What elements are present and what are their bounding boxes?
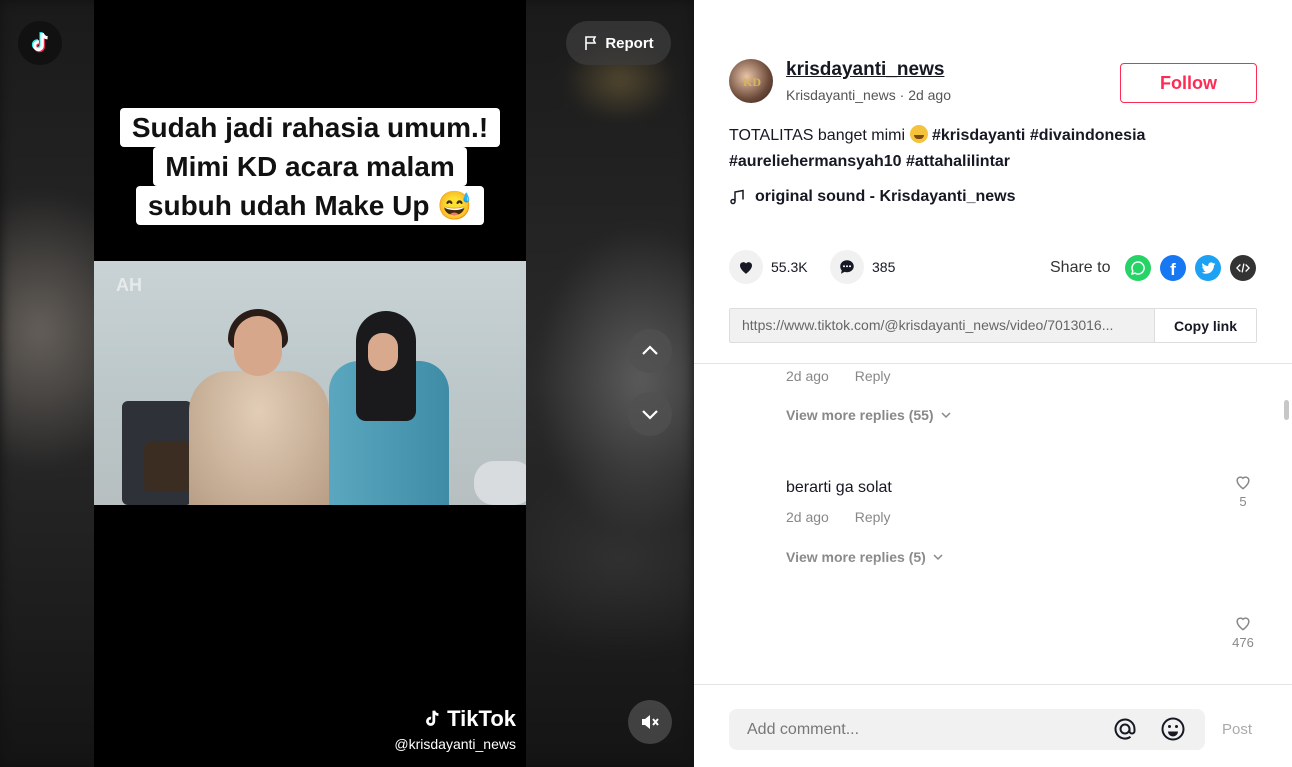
caption-line: subuh udah Make Up 😅 (135, 186, 485, 225)
mention-icon[interactable] (1112, 716, 1138, 742)
music-note-icon (730, 189, 744, 205)
chevron-down-icon (941, 412, 951, 419)
chevron-down-icon (642, 410, 658, 420)
follow-button[interactable]: Follow (1120, 63, 1257, 103)
copy-link-button[interactable]: Copy link (1154, 309, 1256, 342)
comment-bubble-icon (840, 260, 854, 274)
share-link-row: https://www.tiktok.com/@krisdayanti_news… (729, 308, 1257, 343)
author-row: KD krisdayanti_news Krisdayanti_news · 2… (729, 59, 1257, 107)
emoji-icon[interactable] (1160, 716, 1186, 742)
comment-text: berarti ga solat (786, 479, 892, 496)
watermark-brand: TikTok (447, 706, 516, 731)
person-left-head (234, 316, 282, 376)
comment-meta: 2d ago Reply (786, 509, 891, 525)
embed-code-icon[interactable] (1230, 255, 1256, 281)
comment-like-button[interactable]: 5 (1228, 472, 1258, 509)
reply-button[interactable]: Reply (855, 368, 891, 384)
comment-time: 2d ago (786, 509, 829, 525)
like-action[interactable]: 55.3K (729, 250, 808, 284)
chevron-down-icon (933, 554, 943, 561)
post-description: TOTALITAS banget mimi #krisdayanti #diva… (729, 123, 1249, 175)
video-player[interactable]: Sudah jadi rahasia umum.! Mimi KD acara … (0, 0, 694, 767)
speaker-muted-icon (642, 715, 659, 729)
report-button[interactable]: Report (566, 21, 671, 65)
caption-line: Mimi KD acara malam (153, 147, 467, 186)
like-count: 55.3K (771, 259, 808, 275)
heart-icon (740, 262, 752, 274)
hashtag[interactable]: #attahalilintar (906, 153, 1010, 170)
avatar[interactable]: KD (729, 59, 773, 103)
comment-like-count: 476 (1232, 635, 1254, 650)
report-label: Report (605, 34, 654, 52)
watermark-username: @krisdayanti_news (394, 736, 516, 752)
person-edge (474, 461, 526, 505)
post-time: 2d ago (908, 87, 952, 103)
post-button[interactable]: Post (1222, 721, 1252, 738)
person-right-face (368, 333, 398, 371)
comments-scrollbar[interactable] (1284, 400, 1289, 420)
comment-like-button[interactable]: 476 (1228, 613, 1258, 650)
author-subline: Krisdayanti_news · 2d ago (786, 87, 952, 103)
twitter-icon[interactable] (1195, 255, 1221, 281)
whatsapp-icon[interactable] (1125, 255, 1151, 281)
hashtag[interactable]: #aureliehermansyah10 (729, 153, 902, 170)
video-caption: Sudah jadi rahasia umum.! Mimi KD acara … (94, 108, 526, 225)
scene-watermark: AH (116, 275, 142, 295)
view-more-replies[interactable]: View more replies (55) (786, 407, 952, 423)
author-username[interactable]: krisdayanti_news (786, 59, 944, 81)
post-detail-panel: KD krisdayanti_news Krisdayanti_news · 2… (694, 0, 1292, 767)
heart-outline-icon (1236, 476, 1250, 490)
chevron-up-icon (642, 345, 658, 355)
caption-line: Sudah jadi rahasia umum.! (119, 108, 501, 147)
video-frame[interactable]: Sudah jadi rahasia umum.! Mimi KD acara … (94, 0, 526, 767)
tiktok-logo-icon[interactable] (18, 21, 62, 65)
tiktok-watermark: TikTok @krisdayanti_news (394, 706, 516, 752)
author-display-name: Krisdayanti_news (786, 87, 896, 103)
video-scene: AH (94, 261, 526, 505)
hashtag[interactable]: #divaindonesia (1030, 127, 1146, 144)
reply-button[interactable]: Reply (855, 509, 891, 525)
hashtag[interactable]: #krisdayanti (932, 127, 1025, 144)
comment-like-count: 5 (1239, 494, 1247, 509)
next-video-button[interactable] (628, 392, 672, 436)
comment-bar: Post (694, 684, 1292, 767)
facebook-icon[interactable]: f (1160, 255, 1186, 281)
share-link-text[interactable]: https://www.tiktok.com/@krisdayanti_news… (730, 309, 1154, 342)
person-left (189, 371, 329, 505)
blurred-comment (728, 576, 968, 684)
sound-name: original sound - Krisdayanti_news (755, 188, 1016, 205)
comment-time: 2d ago (786, 368, 829, 384)
flag-icon (585, 36, 597, 50)
like-button[interactable] (729, 250, 763, 284)
actions-row: 55.3K 385 Share to f (729, 250, 1257, 286)
grinning-sweat-emoji-icon (909, 125, 928, 143)
tiktok-note-icon (426, 710, 439, 726)
comment-action[interactable]: 385 (830, 250, 895, 284)
heart-outline-icon (1236, 617, 1250, 631)
view-more-replies[interactable]: View more replies (5) (786, 549, 944, 565)
share-label: Share to (1050, 259, 1111, 276)
sound-link[interactable]: original sound - Krisdayanti_news (729, 188, 1016, 206)
description-text: TOTALITAS banget mimi (729, 127, 906, 144)
comment-list[interactable]: 2d ago Reply View more replies (55) bera… (694, 363, 1292, 684)
comment-meta: 2d ago Reply (786, 368, 891, 384)
comment-button[interactable] (830, 250, 864, 284)
previous-video-button[interactable] (628, 329, 672, 373)
comment-count: 385 (872, 259, 896, 275)
mute-button[interactable] (628, 700, 672, 744)
